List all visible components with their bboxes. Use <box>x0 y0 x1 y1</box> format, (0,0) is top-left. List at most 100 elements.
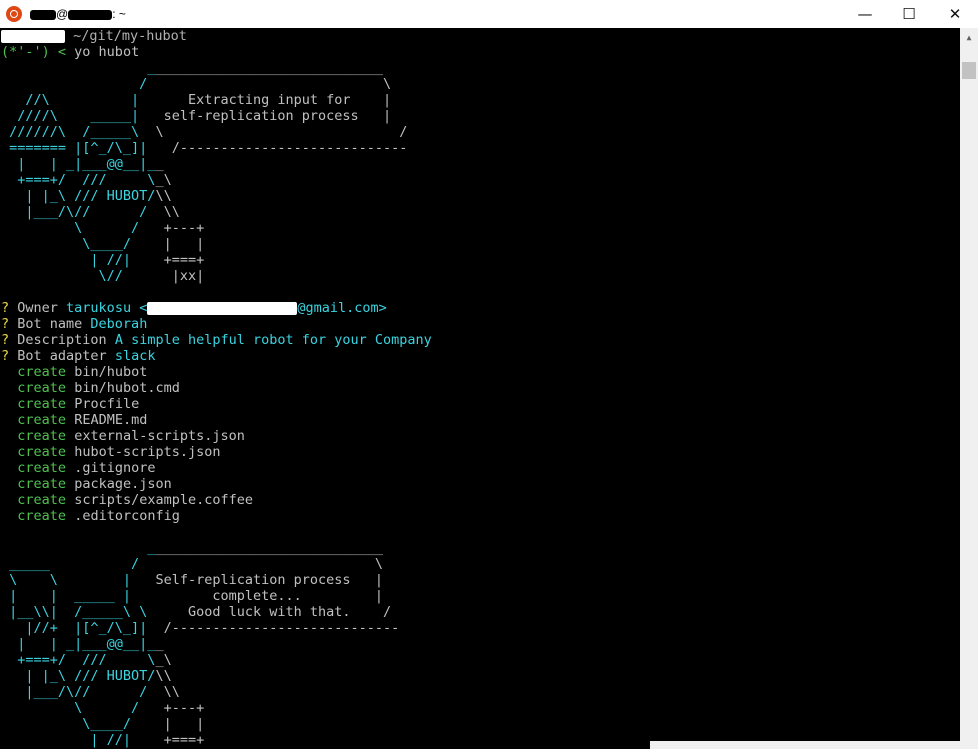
hubot-ascii: _ <box>1 540 156 556</box>
create-label: create <box>17 428 67 444</box>
speech-bubble: +===+ <box>155 252 205 268</box>
title-bar: @: ~ — ☐ ✕ <box>0 0 978 28</box>
hubot-ascii: |___/\// / <box>1 204 156 220</box>
hubot-ascii: | |_\ /// HUBOT/ <box>1 188 156 204</box>
scroll-thumb[interactable] <box>962 62 976 79</box>
speech-bubble: |xx| <box>155 268 205 284</box>
create-label: create <box>17 412 67 428</box>
speech-bubble: /---------------------------- <box>155 620 400 636</box>
create-line: create bin/hubot <box>1 364 960 380</box>
create-line: create README.md <box>1 412 960 428</box>
ascii-art-line: | | _____ | complete... | <box>1 588 960 604</box>
hubot-ascii: | //| <box>1 252 156 268</box>
hubot-ascii: |//+ |[^_/\_]| <box>1 620 156 636</box>
redacted-prompt-user <box>1 29 65 43</box>
create-line: create Procfile <box>1 396 960 412</box>
speech-bubble: /---------------------------- <box>155 140 408 156</box>
hubot-ascii: +===+/ /// \ <box>1 172 156 188</box>
created-file: bin/hubot <box>74 364 148 380</box>
ubuntu-icon[interactable] <box>6 6 22 22</box>
redacted-hostname <box>68 9 113 20</box>
hubot-ascii: | | _|___@@__|_ <box>1 156 156 172</box>
answer-value: Deborah <box>90 316 148 332</box>
create-label: create <box>17 444 67 460</box>
created-file: hubot-scripts.json <box>74 444 221 460</box>
window-title: @: ~ <box>30 7 126 21</box>
answer-value: slack <box>114 348 156 364</box>
create-label: create <box>17 476 67 492</box>
answer-key: Bot name <box>17 316 91 332</box>
created-file: .gitignore <box>74 460 156 476</box>
ascii-art-line: |__\\| /_____\ \ Good luck with that. / <box>1 604 960 620</box>
close-button[interactable]: ✕ <box>932 0 978 28</box>
ascii-art-line: | //| +===+ <box>1 252 960 268</box>
create-label: create <box>17 508 67 524</box>
answer-line: ? Bot adapter slack <box>1 348 960 364</box>
speech-bubble: | | <box>155 236 205 252</box>
hubot-ascii: //////\ /_____\ <box>1 124 156 140</box>
question-mark: ? <box>1 332 18 348</box>
ascii-art-line: _____________________________ <box>1 60 960 76</box>
horizontal-scrollbar[interactable] <box>650 741 978 749</box>
speech-bubble: \ <box>155 76 392 92</box>
created-file: external-scripts.json <box>74 428 245 444</box>
speech-bubble: _ <box>155 156 164 172</box>
ascii-art-line: _____ / \ <box>1 556 960 572</box>
create-label: create <box>17 396 67 412</box>
answer-key: Bot adapter <box>17 348 115 364</box>
ascii-art-line: |___/\// / \\ <box>1 684 960 700</box>
speech-bubble: +---+ <box>155 220 205 236</box>
answer-line: ? Owner tarukosu < @gmail.com> <box>1 300 960 316</box>
redacted-username <box>30 9 56 20</box>
hubot-ascii: //\ | <box>1 92 156 108</box>
hubot-ascii: \ / <box>1 700 156 716</box>
scroll-up-icon[interactable]: ▲ <box>960 30 978 46</box>
vertical-scrollbar[interactable]: ▲ <box>960 28 978 749</box>
speech-bubble: +===+ <box>155 732 205 748</box>
speech-bubble: Good luck with that. / <box>155 604 392 620</box>
speech-bubble: \\ <box>155 668 172 684</box>
redacted-email <box>147 301 298 315</box>
ascii-art-line: | | _|___@@__|__ <box>1 156 960 172</box>
created-file: bin/hubot.cmd <box>74 380 180 396</box>
created-file: package.json <box>74 476 172 492</box>
ascii-art-line: ////\ _____| self-replication process | <box>1 108 960 124</box>
speech-bubble: \ <box>155 556 384 572</box>
hubot-ascii: | | _|___@@__|_ <box>1 636 156 652</box>
speech-bubble: Extracting input for | <box>155 92 392 108</box>
create-line: create .editorconfig <box>1 508 960 524</box>
prompt-face: (*'-') < <box>1 44 67 60</box>
answer-line: ? Bot name Deborah <box>1 316 960 332</box>
create-line: create scripts/example.coffee <box>1 492 960 508</box>
hubot-ascii: \// <box>1 268 156 284</box>
speech-bubble: ____________________________ <box>155 540 384 556</box>
created-file: scripts/example.coffee <box>74 492 253 508</box>
maximize-button[interactable]: ☐ <box>886 0 932 28</box>
minimize-button[interactable]: — <box>842 0 888 28</box>
hubot-ascii: | |_\ /// HUBOT/ <box>1 668 156 684</box>
ascii-art-line: //\ | Extracting input for | <box>1 92 960 108</box>
speech-bubble: \\ <box>155 684 180 700</box>
ascii-art-line: | | _|___@@__|__ <box>1 636 960 652</box>
ascii-art-line: | |_\ /// HUBOT/\\ <box>1 668 960 684</box>
terminal-output[interactable]: ~/git/my-hubot (*'-') < yo hubot ________… <box>0 28 960 749</box>
hubot-ascii: _ <box>1 60 156 76</box>
hubot-ascii: | | _____ | <box>1 588 156 604</box>
ascii-art-line: | |_\ /// HUBOT/\\ <box>1 188 960 204</box>
ascii-art-line: |//+ |[^_/\_]| /------------------------… <box>1 620 960 636</box>
ascii-art-line: |___/\// / \\ <box>1 204 960 220</box>
question-mark: ? <box>1 348 18 364</box>
answer-value: tarukosu < <box>66 300 148 316</box>
hubot-ascii: \____/ <box>1 236 156 252</box>
speech-bubble: \\ <box>155 204 180 220</box>
question-mark: ? <box>1 300 18 316</box>
ascii-art-line: ======= |[^_/\_]| /---------------------… <box>1 140 960 156</box>
create-label: create <box>17 364 67 380</box>
create-label: create <box>17 492 67 508</box>
hubot-ascii: +===+/ /// \ <box>1 652 156 668</box>
create-line: create hubot-scripts.json <box>1 444 960 460</box>
hubot-ascii: |___/\// / <box>1 684 156 700</box>
answer-key: Owner <box>17 300 67 316</box>
create-line: create external-scripts.json <box>1 428 960 444</box>
speech-bubble: ____________________________ <box>155 60 384 76</box>
